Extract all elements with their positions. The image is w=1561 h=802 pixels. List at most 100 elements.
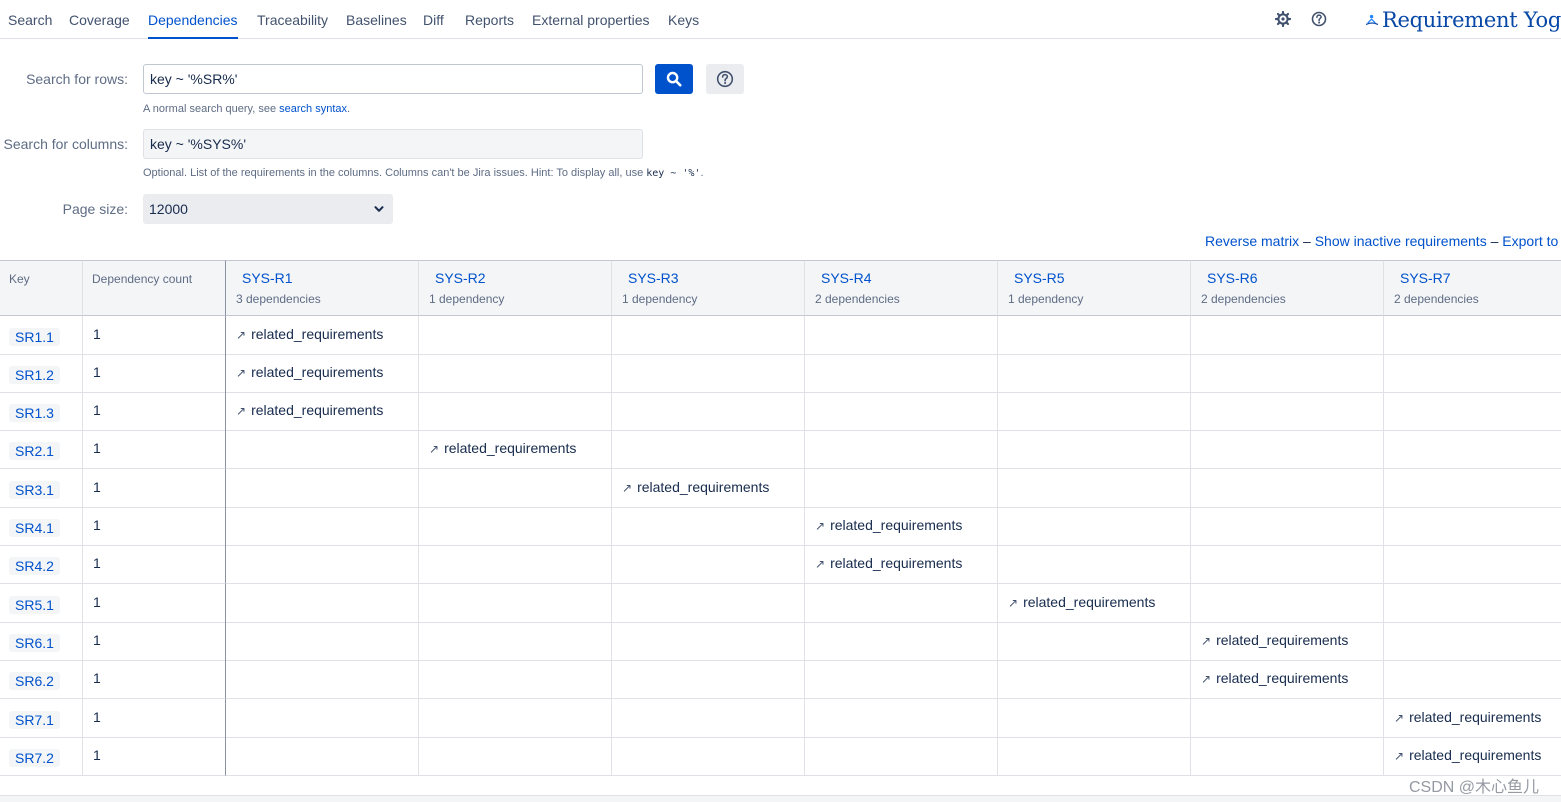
- relation-link[interactable]: ↗ related_requirements: [815, 517, 962, 533]
- column-header-sys-r4: SYS-R4 2 dependencies: [805, 260, 998, 316]
- matrix-cell: [998, 737, 1191, 776]
- row-key-cell: SR1.3: [0, 392, 83, 431]
- relation-link[interactable]: ↗ related_requirements: [1394, 747, 1541, 763]
- row-key-link[interactable]: SR6.1: [9, 634, 60, 652]
- columns-search-input[interactable]: key ~ '%SYS%': [143, 129, 643, 159]
- rows-search-input[interactable]: key ~ '%SR%': [143, 64, 643, 94]
- matrix-cell: [226, 622, 419, 661]
- matrix-cell: [998, 354, 1191, 393]
- row-key-cell: SR1.1: [0, 316, 83, 355]
- matrix-cell: [612, 622, 805, 661]
- row-dependency-count: 1: [93, 709, 101, 725]
- query-help-button[interactable]: [706, 64, 744, 94]
- columns-hint-text: Optional. List of the requirements in th…: [143, 167, 647, 179]
- relation-link[interactable]: ↗ related_requirements: [1201, 632, 1348, 648]
- row-count-cell: 1: [83, 430, 226, 469]
- column-key-link[interactable]: SYS-R1: [242, 270, 293, 286]
- row-key-link[interactable]: SR3.1: [9, 481, 60, 499]
- matrix-actions: Reverse matrix – Show inactive requireme…: [1205, 233, 1561, 249]
- row-key-link[interactable]: SR7.2: [9, 749, 60, 767]
- relation-link[interactable]: ↗ related_requirements: [236, 364, 383, 380]
- tab-keys[interactable]: Keys: [668, 0, 699, 38]
- row-key-link[interactable]: SR1.2: [9, 366, 60, 384]
- tab-search[interactable]: Search: [8, 0, 52, 38]
- row-key-link[interactable]: SR4.1: [9, 519, 60, 537]
- matrix-cell: [998, 507, 1191, 546]
- column-key-link[interactable]: SYS-R7: [1400, 270, 1451, 286]
- rows-hint-end: .: [347, 103, 351, 115]
- row-count-cell: 1: [83, 584, 226, 623]
- matrix-cell: [1384, 316, 1561, 355]
- tab-reports[interactable]: Reports: [465, 0, 514, 38]
- tab-coverage[interactable]: Coverage: [69, 0, 130, 38]
- row-count-cell: 1: [83, 660, 226, 699]
- row-key-link[interactable]: SR6.2: [9, 672, 60, 690]
- row-key-link[interactable]: SR1.3: [9, 404, 60, 422]
- matrix-cell: [805, 316, 998, 355]
- column-header-sys-r1: SYS-R1 3 dependencies: [226, 260, 419, 316]
- row-dependency-count: 1: [93, 479, 101, 495]
- arrow-up-right-icon: ↗: [1394, 711, 1405, 725]
- matrix-cell: [1384, 660, 1561, 699]
- relation-link[interactable]: ↗ related_requirements: [622, 479, 769, 495]
- relation-link[interactable]: ↗ related_requirements: [429, 440, 576, 456]
- matrix-cell: [1384, 545, 1561, 584]
- column-key-link[interactable]: SYS-R2: [435, 270, 486, 286]
- arrow-up-right-icon: ↗: [236, 366, 247, 380]
- tab-dependencies[interactable]: Dependencies: [148, 0, 238, 39]
- relation-label: related_requirements: [251, 326, 384, 342]
- row-count-cell: 1: [83, 507, 226, 546]
- row-key-link[interactable]: SR2.1: [9, 442, 60, 460]
- tab-external-properties[interactable]: External properties: [532, 0, 650, 38]
- row-dependency-count: 1: [93, 632, 101, 648]
- row-key-link[interactable]: SR1.1: [9, 328, 60, 346]
- row-key-link[interactable]: SR7.1: [9, 711, 60, 729]
- show-inactive-link[interactable]: Show inactive requirements: [1315, 233, 1487, 249]
- matrix-cell: [1384, 507, 1561, 546]
- column-dependency-count: 1 dependency: [1008, 292, 1084, 306]
- row-key-link[interactable]: SR5.1: [9, 596, 60, 614]
- arrow-up-right-icon: ↗: [236, 404, 247, 418]
- matrix-cell: [612, 507, 805, 546]
- relation-link[interactable]: ↗ related_requirements: [1394, 709, 1541, 725]
- header-dependency-count: Dependency count: [83, 260, 226, 316]
- column-dependency-count: 1 dependency: [429, 292, 505, 306]
- tab-traceability[interactable]: Traceability: [257, 0, 328, 38]
- relation-link[interactable]: ↗ related_requirements: [236, 402, 383, 418]
- matrix-cell: [998, 622, 1191, 661]
- row-count-cell: 1: [83, 737, 226, 776]
- matrix-cell: [419, 316, 612, 355]
- relation-link[interactable]: ↗ related_requirements: [1201, 670, 1348, 686]
- reverse-matrix-link[interactable]: Reverse matrix: [1205, 233, 1299, 249]
- matrix-cell: [226, 699, 419, 738]
- matrix-cell: [805, 737, 998, 776]
- column-key-link[interactable]: SYS-R5: [1014, 270, 1065, 286]
- search-syntax-link[interactable]: search syntax: [279, 103, 347, 115]
- row-key-cell: SR4.1: [0, 507, 83, 546]
- page-size-select[interactable]: 12000: [143, 194, 393, 224]
- relation-label: related_requirements: [1023, 594, 1156, 610]
- row-key-cell: SR2.1: [0, 430, 83, 469]
- tab-baselines[interactable]: Baselines: [346, 0, 407, 38]
- relation-label: related_requirements: [1409, 709, 1542, 725]
- column-key-link[interactable]: SYS-R4: [821, 270, 872, 286]
- dependency-cell: ↗ related_requirements: [419, 430, 612, 469]
- gear-icon[interactable]: [1275, 11, 1291, 27]
- help-icon[interactable]: [1311, 11, 1327, 27]
- matrix-cell: [419, 545, 612, 584]
- relation-link[interactable]: ↗ related_requirements: [1008, 594, 1155, 610]
- export-link[interactable]: Export to E: [1502, 233, 1561, 249]
- row-dependency-count: 1: [93, 364, 101, 380]
- row-key-link[interactable]: SR4.2: [9, 557, 60, 575]
- column-key-link[interactable]: SYS-R3: [628, 270, 679, 286]
- row-count-cell: 1: [83, 622, 226, 661]
- matrix-cell: [419, 584, 612, 623]
- relation-link[interactable]: ↗ related_requirements: [815, 555, 962, 571]
- search-button[interactable]: [655, 64, 693, 94]
- watermark: CSDN @木心鱼儿: [1409, 779, 1540, 796]
- matrix-cell: [1191, 469, 1384, 508]
- tab-diff[interactable]: Diff: [423, 0, 444, 38]
- column-key-link[interactable]: SYS-R6: [1207, 270, 1258, 286]
- relation-link[interactable]: ↗ related_requirements: [236, 326, 383, 342]
- matrix-cell: [998, 699, 1191, 738]
